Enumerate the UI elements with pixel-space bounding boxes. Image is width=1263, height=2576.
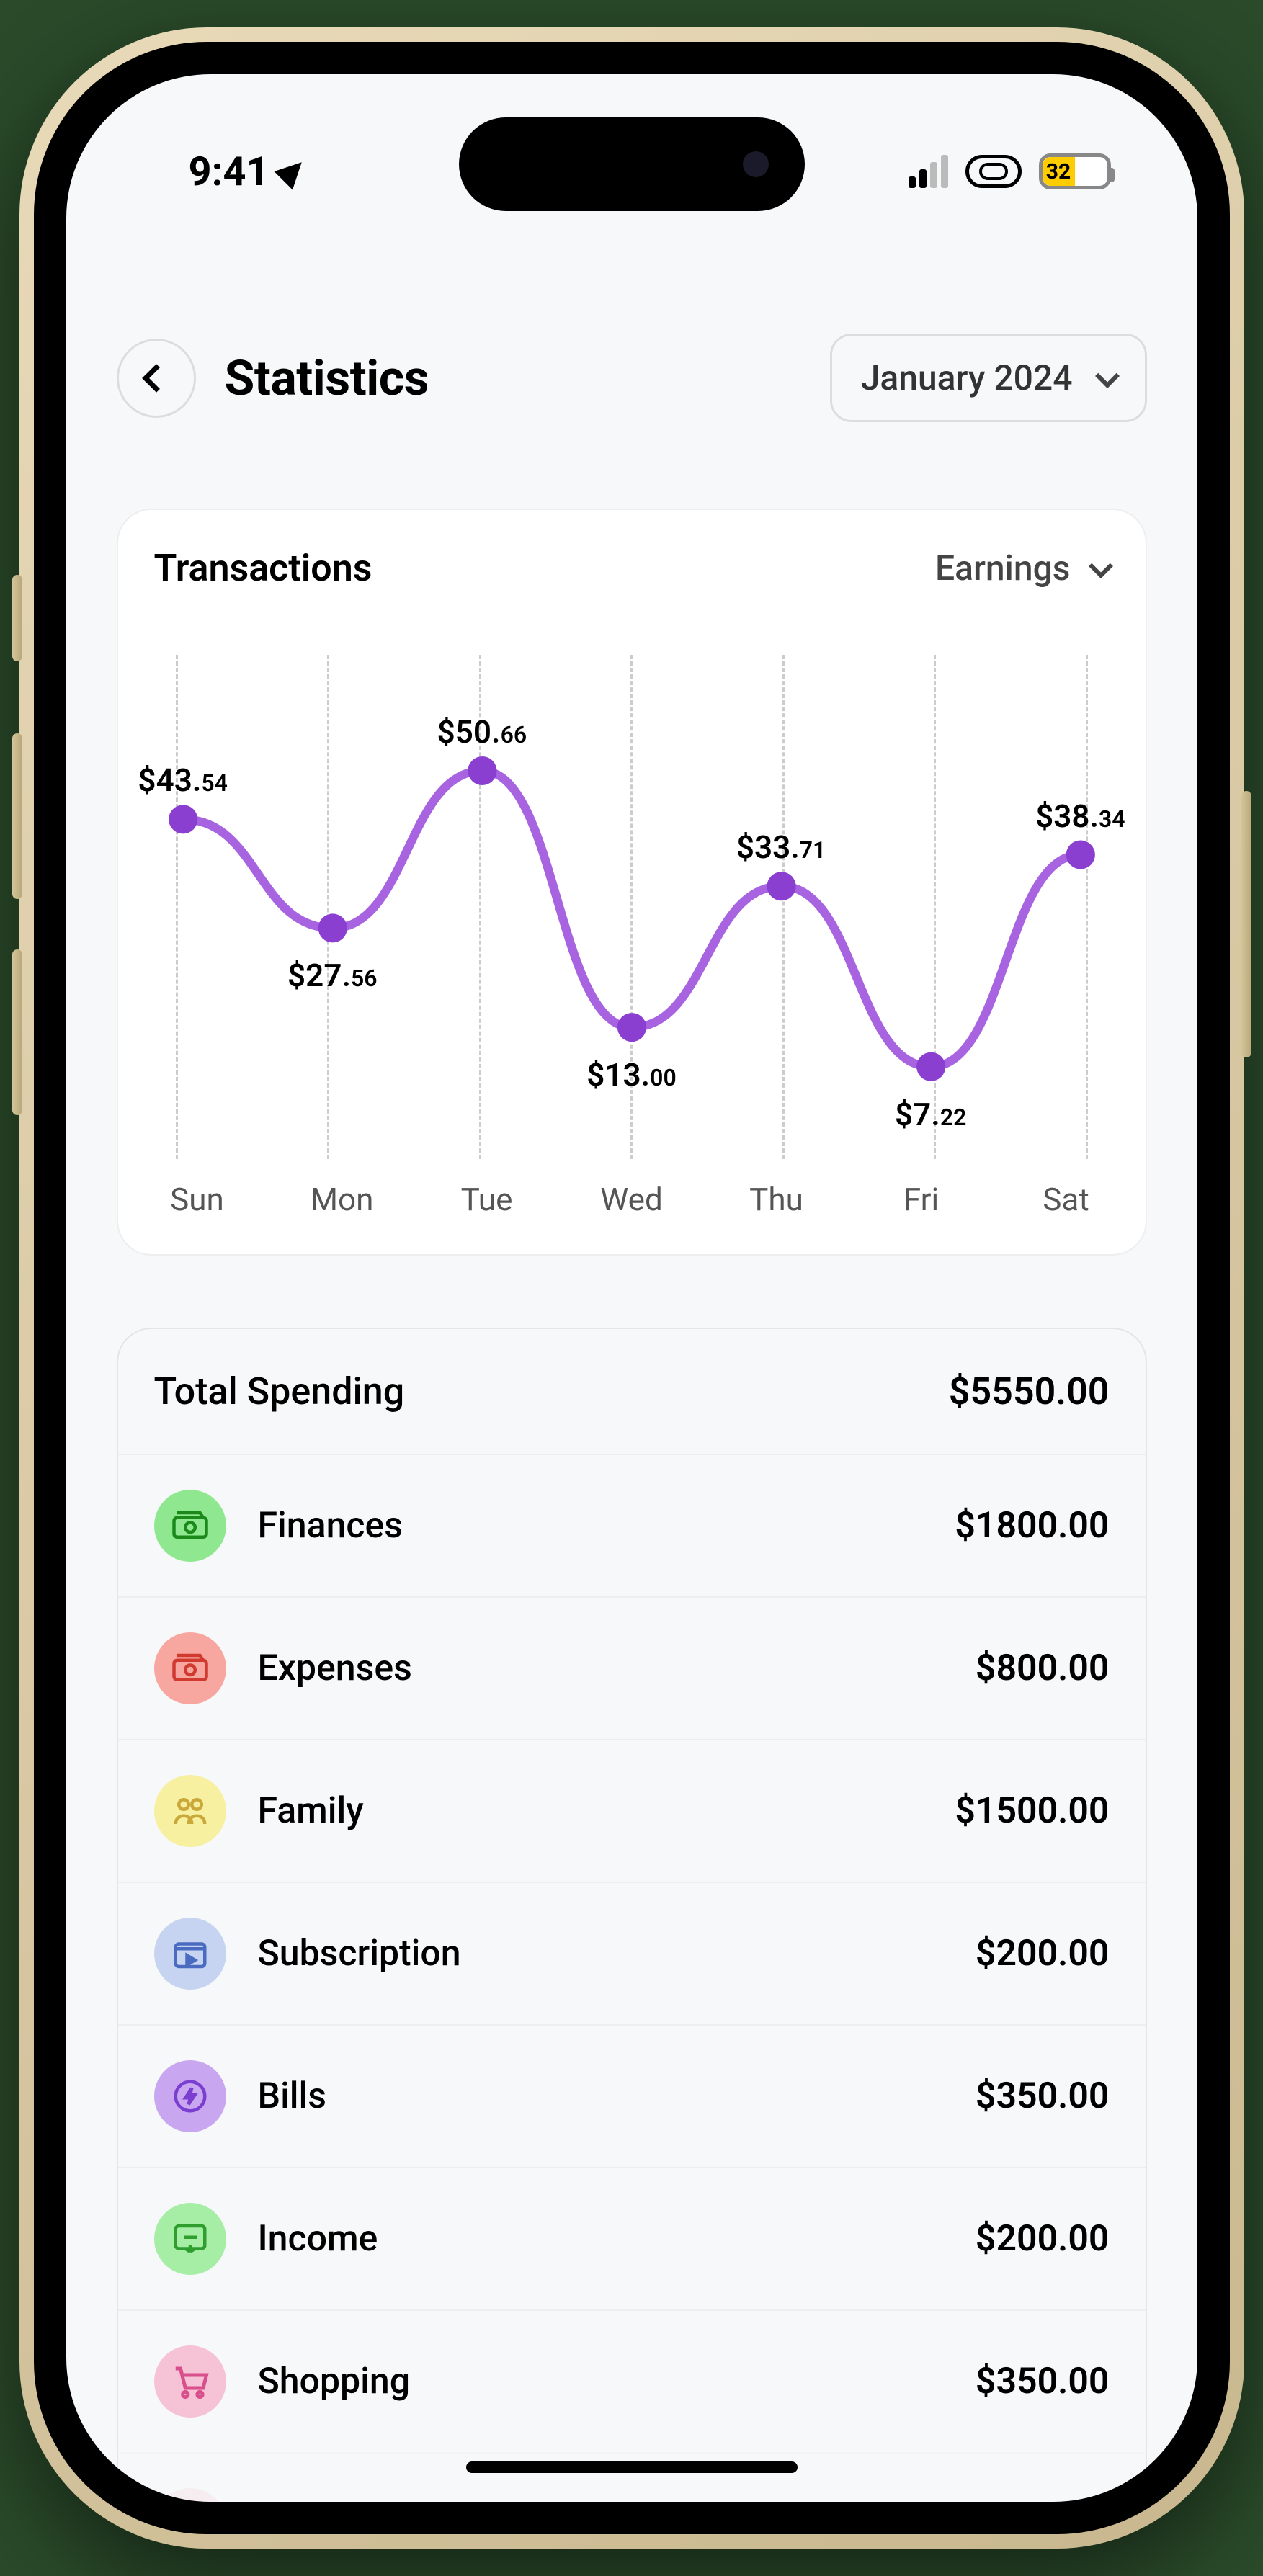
category-row[interactable]: Bills $350.00 <box>118 2024 1146 2167</box>
chart-point-label: $7.22 <box>895 1096 966 1133</box>
category-name: Income <box>258 2218 378 2260</box>
axis-label: Mon <box>306 1181 378 1218</box>
cart-icon <box>154 2345 226 2418</box>
category-name: Expenses <box>258 1647 412 1689</box>
signal-icon <box>909 155 948 188</box>
home-indicator[interactable] <box>466 2461 798 2473</box>
category-name: Bills <box>258 2075 327 2117</box>
side-button <box>12 575 22 661</box>
category-name: Shopping <box>258 2361 411 2402</box>
category-value: $200.00 <box>976 1933 1110 1975</box>
status-time: 9:41 <box>189 148 269 195</box>
battery-label: 32 <box>1046 159 1071 184</box>
cart-icon <box>154 2488 226 2502</box>
axis-label: Wed <box>596 1181 668 1218</box>
chart-point-label: $13.00 <box>586 1056 676 1094</box>
back-button[interactable] <box>117 339 196 418</box>
month-selector[interactable]: January 2024 <box>830 334 1147 422</box>
spending-header-value: $5550.00 <box>949 1369 1110 1413</box>
phone-frame: 9:41 32 <box>19 27 1244 2549</box>
transactions-filter-label: Earnings <box>935 547 1071 589</box>
category-row[interactable]: Shopping $350.00 <box>118 2309 1146 2452</box>
chevron-down-icon <box>1095 364 1120 388</box>
chart-point-label: $33.71 <box>736 828 826 866</box>
chart-point-label: $38.34 <box>1035 797 1125 835</box>
battery-icon: 32 <box>1039 153 1111 189</box>
chart-axis: Sun Mon Tue Wed Thu Fri Sat <box>154 1159 1110 1225</box>
cash-icon <box>154 1490 226 1562</box>
category-row[interactable]: Family $1500.00 <box>118 1739 1146 1882</box>
video-icon <box>154 1918 226 1990</box>
chart-point-label: $27.56 <box>287 957 377 994</box>
category-row[interactable]: Finances $1800.00 <box>118 1454 1146 1596</box>
hotspot-icon <box>965 155 1022 188</box>
income-icon <box>154 2203 226 2275</box>
page-header: Statistics January 2024 <box>117 334 1147 422</box>
volume-down-button <box>12 949 22 1115</box>
category-value: $350.00 <box>976 2361 1110 2402</box>
family-icon <box>154 1775 226 1847</box>
chevron-left-icon <box>142 364 171 393</box>
axis-label: Sat <box>1030 1181 1102 1218</box>
location-icon <box>274 153 311 190</box>
transactions-filter[interactable]: Earnings <box>935 547 1110 589</box>
dynamic-island <box>459 117 805 211</box>
axis-label: Fri <box>885 1181 958 1218</box>
axis-label: Thu <box>741 1181 813 1218</box>
spending-card: Total Spending $5550.00 Finances $1800.00… <box>117 1328 1147 2502</box>
category-name: Family <box>258 1790 364 1832</box>
category-row[interactable]: Income $200.00 <box>118 2167 1146 2309</box>
category-name: Subscription <box>258 1933 461 1975</box>
chart-point-label: $43.54 <box>138 761 227 799</box>
volume-up-button <box>12 733 22 899</box>
category-value: $1800.00 <box>955 1505 1109 1547</box>
month-selector-label: January 2024 <box>861 357 1073 398</box>
transactions-title: Transactions <box>154 546 372 590</box>
transactions-card: Transactions Earnings $43.54 $27.56 $50.66… <box>117 509 1147 1256</box>
category-row[interactable]: Expenses $800.00 <box>118 1596 1146 1739</box>
power-button <box>1241 791 1251 1057</box>
axis-label: Sun <box>161 1181 233 1218</box>
wallet-icon <box>154 1632 226 1704</box>
chevron-down-icon <box>1089 554 1113 578</box>
category-row[interactable]: Subscription $200.00 <box>118 1882 1146 2024</box>
category-value: $1500.00 <box>955 1790 1109 1832</box>
category-row[interactable]: Shopping$350.00 <box>118 2452 1146 2502</box>
spending-header-label: Total Spending <box>154 1369 405 1413</box>
chart-point-label: $50.66 <box>437 713 527 751</box>
category-name: Finances <box>258 1505 403 1547</box>
category-value: $200.00 <box>976 2218 1110 2260</box>
bolt-icon <box>154 2060 226 2132</box>
spending-header: Total Spending $5550.00 <box>118 1329 1146 1454</box>
page-title: Statistics <box>225 349 429 407</box>
category-value: $800.00 <box>976 1647 1110 1689</box>
axis-label: Tue <box>451 1181 523 1218</box>
category-value: $350.00 <box>976 2075 1110 2117</box>
transactions-chart: $43.54$27.56$50.66$13.00$33.71$7.22$38.3… <box>154 655 1110 1159</box>
